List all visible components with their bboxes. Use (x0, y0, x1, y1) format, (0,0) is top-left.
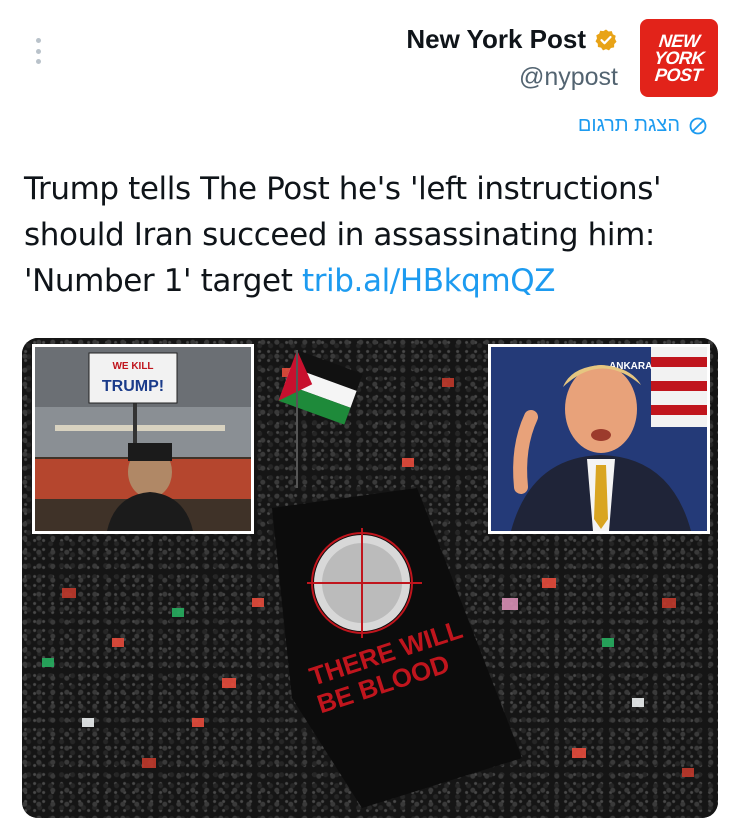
author-handle[interactable]: @nypost (519, 63, 618, 92)
avatar-text-line: NEW (657, 30, 701, 51)
display-name-row: New York Post (406, 24, 618, 55)
dot-icon (35, 48, 41, 54)
sign-text: WE KILL (112, 361, 153, 372)
verified-badge-icon[interactable] (594, 28, 618, 52)
tweet-text: Trump tells The Post he's 'left instruct… (24, 166, 714, 304)
dot-icon (35, 59, 41, 64)
tweet-link[interactable]: trib.al/HBkqmQZ (302, 263, 556, 299)
author-names: New York Post @nypost (406, 24, 618, 92)
inset-photo-protester: WE KILL TRUMP! (32, 344, 254, 534)
inset-photo-speaker: ANKARA (488, 344, 710, 534)
avatar-text-line: YORK (652, 47, 706, 68)
translate-label: הצגת תרגום (577, 114, 680, 136)
avatar-text-line: POST (654, 64, 704, 85)
display-name[interactable]: New York Post (406, 24, 586, 55)
tweet-author[interactable]: New York Post @nypost NEW YORK POST (406, 18, 718, 98)
more-options-button[interactable] (30, 38, 46, 64)
flag (278, 350, 363, 425)
dot-icon (35, 38, 41, 43)
sign-text: TRUMP! (102, 378, 164, 395)
tweet-media-image[interactable]: THERE WILL BE BLOOD WE KILL TRUMP! ANKAR… (22, 338, 718, 818)
globe-icon (689, 117, 707, 134)
avatar[interactable]: NEW YORK POST (640, 19, 718, 97)
translate-button[interactable]: הצגת תרגום (578, 114, 708, 137)
